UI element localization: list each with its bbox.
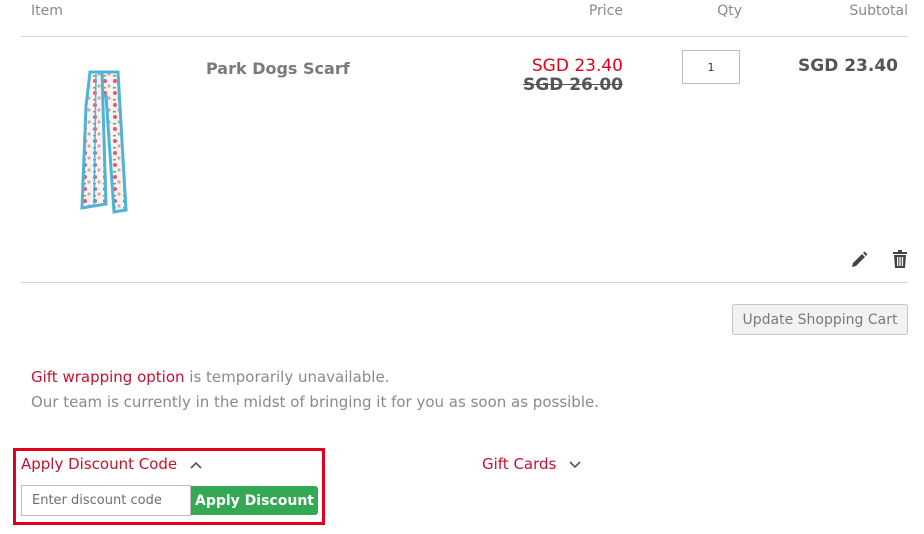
gift-cards-label: Gift Cards <box>482 455 557 473</box>
update-shopping-cart-button[interactable]: Update Shopping Cart <box>732 304 908 335</box>
quantity-input[interactable] <box>682 50 740 84</box>
chevron-up-icon <box>190 461 202 469</box>
column-header-price: Price <box>588 3 623 19</box>
gift-wrapping-option-link[interactable]: Gift wrapping option <box>31 368 185 386</box>
item-subtotal: SGD 23.40 <box>798 56 898 76</box>
gift-cards-toggle[interactable]: Gift Cards <box>482 455 581 473</box>
apply-discount-button[interactable]: Apply Discount <box>191 486 318 515</box>
delete-item-button[interactable] <box>890 249 910 269</box>
gift-wrap-notice: Gift wrapping option is temporarily unav… <box>31 368 389 386</box>
scarf-image <box>80 70 128 214</box>
product-image[interactable] <box>72 66 136 216</box>
apply-discount-code-toggle[interactable]: Apply Discount Code <box>21 455 202 473</box>
discount-code-input[interactable] <box>21 485 191 516</box>
item-divider <box>21 282 908 283</box>
header-divider <box>21 36 908 37</box>
apply-discount-code-label: Apply Discount Code <box>21 455 178 473</box>
gift-wrap-notice-detail: Our team is currently in the midst of br… <box>31 393 599 411</box>
chevron-down-icon <box>569 460 581 468</box>
pencil-icon <box>852 251 868 267</box>
original-price: SGD 26.00 <box>523 75 623 95</box>
trash-icon <box>893 250 907 268</box>
gift-wrap-unavailable-text: is temporarily unavailable. <box>184 368 390 386</box>
column-header-qty: Qty <box>717 3 742 19</box>
column-header-subtotal: Subtotal <box>849 3 908 19</box>
column-header-item: Item <box>31 3 63 19</box>
product-name-link[interactable]: Park Dogs Scarf <box>206 59 350 78</box>
edit-item-button[interactable] <box>849 249 869 269</box>
sale-price: SGD 23.40 <box>531 56 623 76</box>
